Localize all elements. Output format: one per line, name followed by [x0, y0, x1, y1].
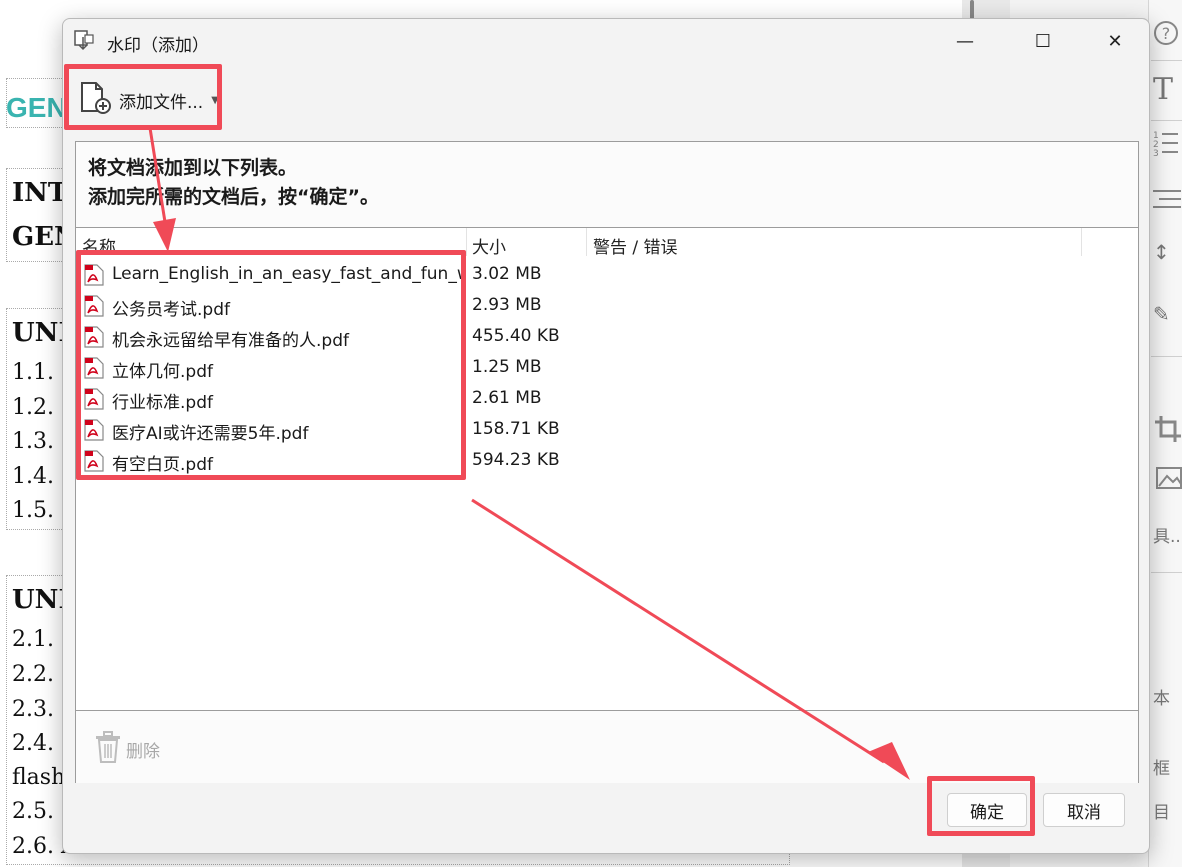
scroll-thumb[interactable] [970, 0, 974, 20]
tool-label: 具... [1153, 527, 1182, 547]
trash-icon [94, 731, 122, 768]
doc-toc-item: 2.5. [12, 799, 54, 824]
column-header-warnings[interactable]: 警告 / 错误 [593, 233, 678, 258]
pen-icon[interactable]: ✎ [1153, 302, 1170, 326]
doc-toc-item: 1.2. [12, 395, 54, 420]
right-tool-panel: ? T 123 ↕ ✎ 具... 本 框 目 [1148, 0, 1182, 867]
column-divider[interactable] [586, 228, 587, 256]
tool-label: 本 [1153, 689, 1170, 709]
dialog-titlebar[interactable]: 水印（添加） — ☐ ✕ [63, 19, 1149, 63]
doc-heading-intro: INT [12, 178, 68, 208]
file-size: 1.25 MB [472, 357, 542, 377]
divider [1151, 356, 1182, 357]
maximize-button[interactable]: ☐ [1015, 19, 1071, 63]
file-size: 594.23 KB [472, 450, 560, 470]
highlight-ok-button [927, 776, 1035, 836]
numbered-list-icon[interactable]: 123 [1153, 128, 1179, 164]
tool-label: 目 [1153, 803, 1170, 823]
minimize-button[interactable]: — [937, 19, 993, 63]
divider [1151, 60, 1182, 61]
align-icon[interactable] [1153, 186, 1181, 218]
list-actions: 删除 [76, 710, 1138, 783]
file-size: 158.71 KB [472, 419, 560, 439]
close-button[interactable]: ✕ [1087, 19, 1143, 63]
file-size: 2.61 MB [472, 388, 542, 408]
text-tool-icon[interactable]: T [1153, 72, 1173, 107]
column-divider[interactable] [1081, 228, 1082, 256]
cancel-button[interactable]: 取消 [1043, 793, 1125, 827]
doc-box [6, 78, 68, 128]
file-size: 2.93 MB [472, 295, 542, 315]
delete-button[interactable]: 删除 [94, 731, 160, 768]
crop-icon[interactable] [1153, 414, 1181, 450]
vertical-arrow-icon[interactable]: ↕ [1153, 240, 1170, 264]
window-app-icon [73, 29, 95, 51]
doc-toc-item: flash [12, 765, 66, 790]
image-icon[interactable] [1153, 464, 1182, 498]
doc-toc-item: 2.1. [12, 627, 54, 652]
dialog-title: 水印（添加） [107, 36, 209, 56]
instructions-line-1: 将文档添加到以下列表。 [88, 157, 298, 179]
highlight-file-list [76, 250, 466, 480]
tool-label: 框 [1153, 759, 1170, 779]
file-size: 3.02 MB [472, 264, 542, 284]
svg-text:3: 3 [1153, 149, 1159, 158]
instructions: 将文档添加到以下列表。 添加完所需的文档后，按“确定”。 [88, 154, 379, 212]
column-header-size[interactable]: 大小 [472, 233, 506, 258]
instructions-line-2: 添加完所需的文档后，按“确定”。 [88, 186, 379, 208]
file-size: 455.40 KB [472, 326, 560, 346]
doc-toc-item: 1.4. [12, 464, 54, 489]
column-divider[interactable] [466, 228, 467, 256]
divider [1151, 120, 1182, 121]
divider [1151, 572, 1182, 573]
doc-toc-item: 2.3. [12, 697, 54, 722]
doc-toc-item: 1.1. [12, 360, 54, 385]
delete-label: 删除 [126, 742, 160, 762]
svg-text:?: ? [1162, 24, 1171, 43]
doc-toc-item: 2.2. [12, 662, 54, 687]
help-icon[interactable]: ? [1153, 20, 1179, 52]
doc-toc-item: 2.4. [12, 731, 54, 756]
doc-toc-item: 1.5. [12, 498, 54, 523]
highlight-add-files [64, 64, 222, 130]
doc-toc-item: 1.3. [12, 429, 54, 454]
